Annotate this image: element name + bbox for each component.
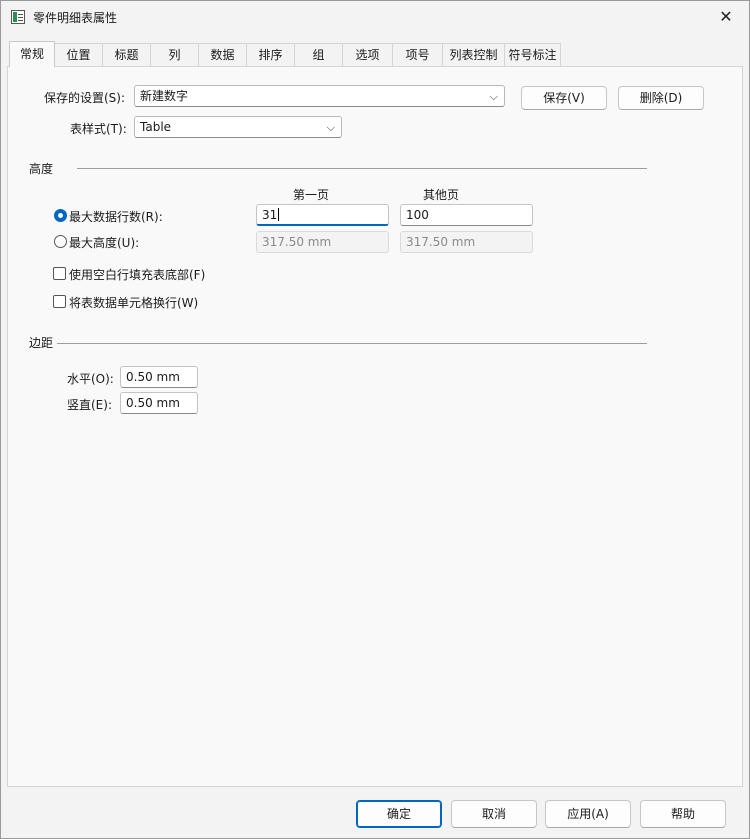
horizontal-margin-label: 水平(O): xyxy=(67,372,114,386)
fill-blank-rows-checkbox[interactable] xyxy=(53,267,66,280)
tab-columns[interactable]: 列 xyxy=(151,43,199,66)
max-height-other-pages-input: 317.50 mm xyxy=(400,231,533,253)
close-icon[interactable]: ✕ xyxy=(703,1,749,31)
text-caret xyxy=(278,208,280,221)
saved-settings-label: 保存的设置(S): xyxy=(44,91,126,105)
title-bar: 零件明细表属性 ✕ xyxy=(1,1,749,33)
max-height-first-page-input: 317.50 mm xyxy=(256,231,389,253)
tab-panel-general xyxy=(7,66,743,787)
saved-settings-dropdown[interactable]: 新建数字 ⌵ xyxy=(134,85,505,107)
dialog-window: 零件明细表属性 ✕ 常规 位置 标题 列 数据 排序 组 选项 项号 列表控制 … xyxy=(0,0,750,839)
max-height-label: 最大高度(U): xyxy=(69,236,140,250)
fill-blank-rows-label: 使用空白行填充表底部(F) xyxy=(69,268,206,282)
app-icon xyxy=(11,10,25,24)
max-rows-first-page-input[interactable]: 31 xyxy=(256,204,389,226)
height-group-divider xyxy=(77,168,647,169)
max-rows-first-value: 31 xyxy=(262,208,278,222)
chevron-down-icon: ⌵ xyxy=(489,90,498,103)
chevron-down-icon: ⌵ xyxy=(326,121,335,134)
tab-item-number[interactable]: 项号 xyxy=(393,43,443,66)
vertical-margin-input[interactable]: 0.50 mm xyxy=(120,392,198,414)
table-style-dropdown[interactable]: Table ⌵ xyxy=(134,116,342,138)
horizontal-margin-input[interactable]: 0.50 mm xyxy=(120,366,198,388)
max-rows-label: 最大数据行数(R): xyxy=(69,210,163,224)
tab-options[interactable]: 选项 xyxy=(343,43,393,66)
apply-button[interactable]: 应用(A) xyxy=(545,800,631,828)
tab-group[interactable]: 组 xyxy=(295,43,343,66)
save-button[interactable]: 保存(V) xyxy=(521,86,607,110)
other-pages-header: 其他页 xyxy=(423,188,460,202)
tab-general[interactable]: 常规 xyxy=(9,41,55,67)
tab-position[interactable]: 位置 xyxy=(55,43,103,66)
height-group-title: 高度 xyxy=(29,162,54,176)
first-page-header: 第一页 xyxy=(293,188,330,202)
tab-sort[interactable]: 排序 xyxy=(247,43,295,66)
ok-button[interactable]: 确定 xyxy=(356,800,442,828)
tab-balloon[interactable]: 符号标注 xyxy=(505,43,561,66)
tab-strip: 常规 位置 标题 列 数据 排序 组 选项 项号 列表控制 符号标注 xyxy=(7,41,743,67)
tab-list-control[interactable]: 列表控制 xyxy=(443,43,505,66)
max-height-radio[interactable] xyxy=(54,235,67,248)
margin-group-title: 边距 xyxy=(29,336,54,350)
cancel-button[interactable]: 取消 xyxy=(451,800,537,828)
saved-settings-value: 新建数字 xyxy=(140,89,189,103)
max-rows-other-pages-input[interactable]: 100 xyxy=(400,204,533,226)
wrap-cells-label: 将表数据单元格换行(W) xyxy=(69,296,199,310)
vertical-margin-label: 竖直(E): xyxy=(67,398,112,412)
margin-group-divider xyxy=(57,343,647,344)
table-style-label: 表样式(T): xyxy=(70,122,127,136)
table-style-value: Table xyxy=(140,120,172,134)
tab-data[interactable]: 数据 xyxy=(199,43,247,66)
window-title: 零件明细表属性 xyxy=(33,11,118,25)
wrap-cells-checkbox[interactable] xyxy=(53,295,66,308)
delete-button[interactable]: 删除(D) xyxy=(618,86,704,110)
tab-title[interactable]: 标题 xyxy=(103,43,151,66)
help-button[interactable]: 帮助 xyxy=(640,800,726,828)
max-rows-radio[interactable] xyxy=(54,209,67,222)
